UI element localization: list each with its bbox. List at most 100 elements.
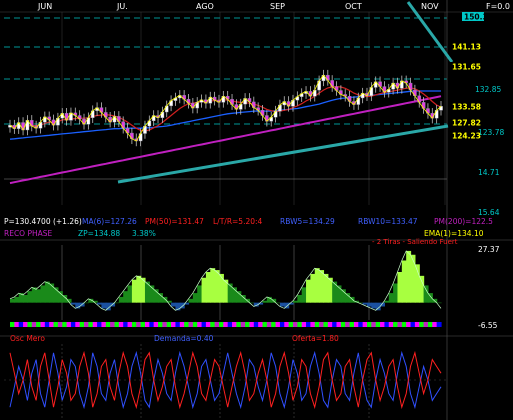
signal-strip-cell xyxy=(292,322,298,327)
signal-strip-cell xyxy=(223,322,229,327)
signal-strip-cell xyxy=(158,322,163,327)
oscillator-bar xyxy=(171,302,177,307)
oscillator-bar xyxy=(36,289,42,303)
signal-strip-cell xyxy=(101,322,107,327)
oscillator-bar xyxy=(197,285,203,303)
signal-strip-cell xyxy=(27,322,33,327)
signal-strip-cell xyxy=(245,322,251,327)
signal-strip-cell xyxy=(284,322,290,327)
oscillator-bar xyxy=(301,287,307,303)
signal-strip-cell xyxy=(410,322,416,327)
signal-strip-cell xyxy=(388,322,394,327)
signal-strip-cell xyxy=(97,322,103,327)
price-tag-text: 124.23 xyxy=(452,132,481,141)
oscillator-bar xyxy=(14,296,20,303)
axis-value: 123.78 xyxy=(478,128,504,137)
candle-body xyxy=(291,99,295,107)
signal-strip-cell xyxy=(162,322,168,327)
oscillator-bar xyxy=(144,281,150,303)
signal-strip-cell xyxy=(10,322,15,327)
bottom-label: Osc Mero xyxy=(10,334,45,343)
info-item: RBW10=133.47 xyxy=(358,217,418,226)
oscillator-bar xyxy=(57,291,63,303)
signal-strip-cell xyxy=(88,322,94,327)
oscillator-bar xyxy=(205,272,211,303)
signal-strip-cell xyxy=(53,322,59,327)
oscillator-bar xyxy=(84,302,89,304)
oscillator-title: - 2 Tiras - Saliendo Fuert xyxy=(372,238,458,246)
oscillator-plot: - 2 Tiras - Saliendo Fuert 27.37 -6.55 xyxy=(0,238,513,330)
oscillator-bar xyxy=(297,295,303,303)
signal-strip-cell xyxy=(336,322,342,327)
signal-strip-cell xyxy=(349,322,355,327)
info-item: P=130.4700 (+1.26) xyxy=(4,217,82,226)
oscillator-bar xyxy=(401,260,407,303)
signal-strip-cell xyxy=(419,322,425,327)
resistance-trendline xyxy=(406,1,454,63)
signal-strip-cell xyxy=(236,322,242,327)
oscillator-bar xyxy=(49,283,55,303)
signal-strip-cell xyxy=(297,322,303,327)
signal-strip-cell xyxy=(75,322,81,327)
stock-chart: JUN JU. AGO SEP OCT NOV F=0.0 132.85 123.78 14.… xyxy=(0,0,513,420)
candle-body xyxy=(143,125,147,134)
signal-strip-cell xyxy=(201,322,207,327)
oscillator-bar xyxy=(188,298,194,303)
info-item: RECO PHASE xyxy=(4,229,53,238)
signal-strip-cell xyxy=(301,322,307,327)
oscillator-bar xyxy=(345,293,351,303)
signal-strip-cell xyxy=(205,322,211,327)
oscillator-bar xyxy=(214,270,220,303)
signal-strip-cell xyxy=(123,322,129,327)
signal-strip-cell xyxy=(258,322,264,327)
chart-window: JUN JU. AGO SEP OCT NOV F=0.0 132.85 123.78 14.… xyxy=(0,0,513,420)
info-item: RBW5=134.29 xyxy=(280,217,335,226)
price-tag-text: 150.38 xyxy=(464,13,493,22)
info-item: L/T/R=5.20:4 xyxy=(213,217,263,226)
oscillator-bar xyxy=(410,254,416,303)
signal-strip-cell xyxy=(210,322,216,327)
signal-strip-cell xyxy=(262,322,268,327)
signal-strip-cell xyxy=(332,322,338,327)
signal-strip-cell xyxy=(23,322,29,327)
signal-strip-cell xyxy=(271,322,277,327)
signal-strip-cell xyxy=(393,322,399,327)
signal-strip-cell xyxy=(366,322,372,327)
candle-body xyxy=(317,80,321,91)
month-label: OCT xyxy=(345,2,362,11)
info-item: MA(6)=127.26 xyxy=(82,217,137,226)
signal-strip-cell xyxy=(171,322,177,327)
oscillator-bar xyxy=(236,291,242,303)
info-item: ZP=134.88 xyxy=(78,229,120,238)
axis-value: 15.64 xyxy=(478,208,500,217)
signal-strip-cell xyxy=(214,322,220,327)
oscillator-bar xyxy=(419,275,425,303)
signal-strip-cell xyxy=(188,322,194,327)
axis-value: 14.71 xyxy=(478,168,500,177)
oscillator-bar xyxy=(210,268,216,303)
signal-strip-cell xyxy=(240,322,246,327)
price-tag-text: 133.58 xyxy=(452,103,481,112)
info-item: EMA(1)=134.10 xyxy=(424,229,484,238)
signal-strip-cell xyxy=(127,322,133,327)
signal-strip-cell xyxy=(232,322,237,327)
signal-strip-cell xyxy=(166,322,172,327)
signal-strip-cell xyxy=(14,322,20,327)
signal-strip-cell xyxy=(362,322,368,327)
signal-strip-cell xyxy=(70,322,76,327)
signal-strip-cell xyxy=(153,322,159,327)
signal-strip-cell xyxy=(84,322,89,327)
price-tags: 150.38 141.13 131.65 133.58 127.82 124.23 xyxy=(450,12,493,141)
signal-strip-cell xyxy=(310,322,316,327)
signal-strip-cell xyxy=(319,322,325,327)
signal-strip-cell xyxy=(275,322,281,327)
oscillator-bar xyxy=(262,300,268,303)
candle-body xyxy=(138,133,143,142)
price-tag-text: 141.13 xyxy=(452,43,481,52)
signal-strip-cell xyxy=(401,322,407,327)
signal-strip-cell xyxy=(36,322,42,327)
month-label: AGO xyxy=(196,2,214,11)
bottom-label: Oferta=1.80 xyxy=(292,334,339,343)
candle-body xyxy=(356,97,361,105)
signal-strip-cell xyxy=(314,322,320,327)
